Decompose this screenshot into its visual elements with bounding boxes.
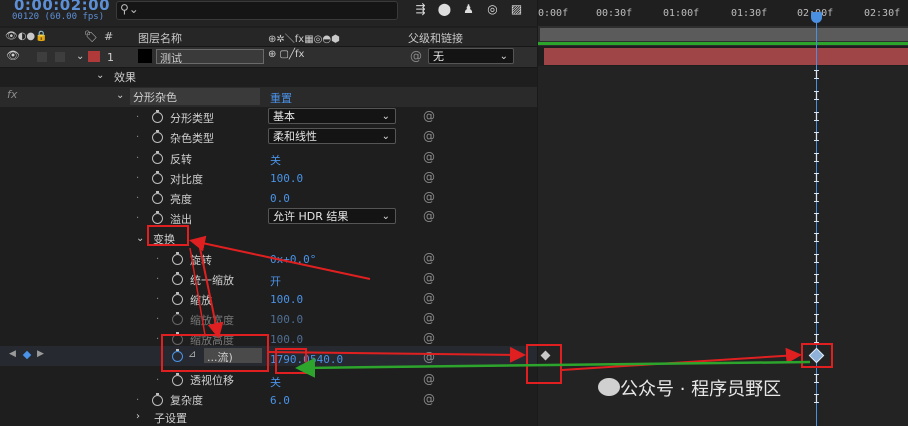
wechat-logo-icon <box>598 378 620 396</box>
arrow-to-keyframe-start <box>267 346 526 363</box>
arrow-to-transform <box>189 235 371 280</box>
watermark: 公众号 · 程序员野区 <box>620 379 782 400</box>
annotation-arrows <box>189 235 811 378</box>
arrow-green-back <box>295 357 811 378</box>
